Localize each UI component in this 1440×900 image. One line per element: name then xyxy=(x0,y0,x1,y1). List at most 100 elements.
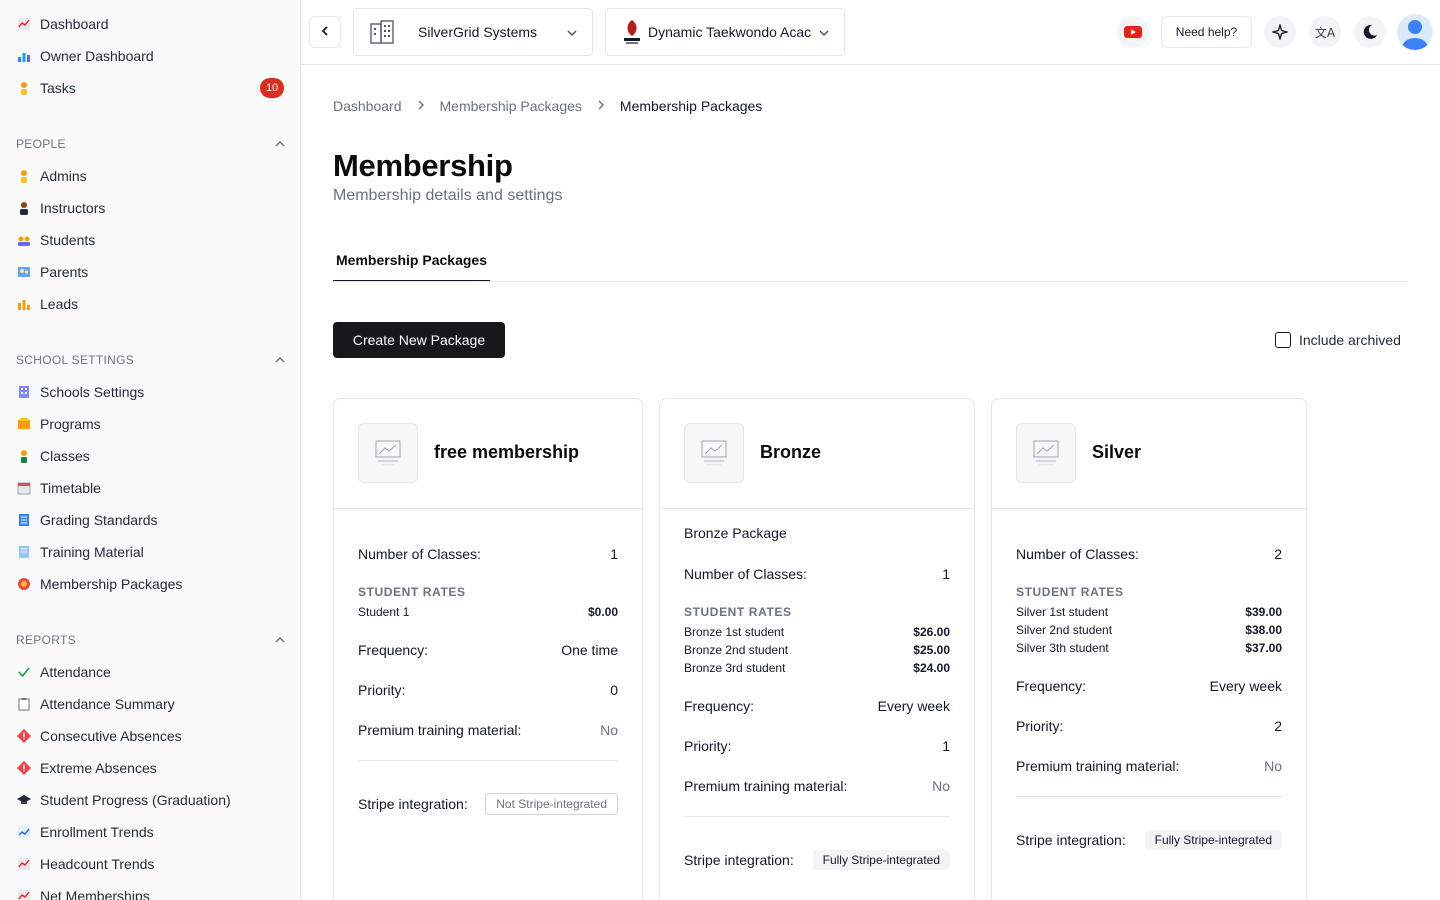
premium-row: Premium training material: No xyxy=(684,778,950,794)
card-title: free membership xyxy=(434,442,580,462)
card-header: Bronze xyxy=(660,399,974,509)
include-archived-label: Include archived xyxy=(1299,332,1401,348)
classes-value: 2 xyxy=(1274,546,1282,562)
sidebar-item-parents[interactable]: Parents xyxy=(0,260,300,284)
card-divider xyxy=(1016,796,1282,797)
clipboard-icon xyxy=(16,696,32,712)
sidebar-item-extreme-absences[interactable]: Extreme Absences xyxy=(0,756,300,780)
sidebar-item-attendance-summary[interactable]: Attendance Summary xyxy=(0,692,300,716)
sidebar-item-training-material[interactable]: Training Material xyxy=(0,540,300,564)
priority-row: Priority: 0 xyxy=(358,682,618,698)
rate-row: Bronze 3rd student $24.00 xyxy=(684,661,950,675)
avatar-icon xyxy=(1397,14,1433,50)
priority-row: Priority: 2 xyxy=(1016,718,1282,734)
stripe-row: Stripe integration: Fully Stripe-integrat… xyxy=(684,848,950,872)
chart-line-icon xyxy=(16,16,32,32)
include-archived-checkbox[interactable] xyxy=(1275,332,1291,348)
tab-divider xyxy=(333,281,1408,282)
package-card-free-membership[interactable]: free membership Number of Classes: 1 STUD… xyxy=(333,398,643,900)
image-placeholder-icon xyxy=(358,423,418,483)
sidebar-item-students[interactable]: Students xyxy=(0,228,300,252)
package-card-bronze[interactable]: Bronze Bronze Package Number of Classes:… xyxy=(659,398,975,900)
classes-row: Number of Classes: 1 xyxy=(358,546,618,562)
classes-icon xyxy=(16,448,32,464)
create-new-package-button[interactable]: Create New Package xyxy=(333,322,505,358)
warning-diamond-icon xyxy=(16,728,32,744)
instructor-icon xyxy=(16,200,32,216)
theme-toggle-button[interactable] xyxy=(1354,16,1386,48)
card-divider xyxy=(684,816,950,817)
page-title: Membership xyxy=(333,148,513,183)
page-subtitle: Membership details and settings xyxy=(333,187,563,204)
rate-row: Bronze 1st student $26.00 xyxy=(684,625,950,639)
sidebar-item-headcount-trends[interactable]: Headcount Trends xyxy=(0,852,300,876)
chevron-right-icon xyxy=(596,99,606,113)
translate-icon: 文A xyxy=(1314,25,1336,40)
youtube-icon xyxy=(1124,25,1142,39)
need-help-button[interactable]: Need help? xyxy=(1161,16,1252,48)
sidebar-item-schools-settings[interactable]: Schools Settings xyxy=(0,380,300,404)
card-divider xyxy=(358,760,618,761)
sidebar-item-timetable[interactable]: Timetable xyxy=(0,476,300,500)
language-button[interactable]: 文A xyxy=(1309,16,1341,48)
section-reports-header[interactable]: REPORTS xyxy=(16,630,286,650)
rate-row: Bronze 2nd student $25.00 xyxy=(684,643,950,657)
sidebar-item-membership-packages[interactable]: Membership Packages xyxy=(0,572,300,596)
card-header: free membership xyxy=(334,399,642,509)
breadcrumb-current: Membership Packages xyxy=(619,98,763,114)
sidebar-item-student-progress[interactable]: Student Progress (Graduation) xyxy=(0,788,300,812)
user-avatar[interactable] xyxy=(1397,14,1433,50)
student-rates-heading: STUDENT RATES xyxy=(1016,585,1124,599)
grading-icon xyxy=(16,512,32,528)
chevron-left-icon xyxy=(319,24,331,40)
rate-row: Silver 2nd student $38.00 xyxy=(1016,623,1282,637)
frequency-row: Frequency: Every week xyxy=(1016,678,1282,694)
sidebar-item-programs[interactable]: Programs xyxy=(0,412,300,436)
tasks-count-badge: 10 xyxy=(260,78,284,98)
card-description: Bronze Package xyxy=(684,525,787,541)
ai-assistant-button[interactable] xyxy=(1264,16,1296,48)
sidebar-item-net-memberships[interactable]: Net Memberships xyxy=(0,884,300,900)
chart-line-icon xyxy=(16,856,32,872)
sidebar-item-enrollment-trends[interactable]: Enrollment Trends xyxy=(0,820,300,844)
priority-row: Priority: 1 xyxy=(684,738,950,754)
back-button[interactable] xyxy=(309,16,341,48)
youtube-button[interactable] xyxy=(1117,16,1149,48)
school-selector[interactable]: Dynamic Taekwondo Acac xyxy=(605,8,845,56)
calendar-icon xyxy=(16,480,32,496)
breadcrumb-dashboard[interactable]: Dashboard xyxy=(333,98,402,114)
chart-line-icon xyxy=(16,888,32,900)
organization-name: SilverGrid Systems xyxy=(418,24,538,40)
stripe-status-badge: Fully Stripe-integrated xyxy=(812,850,950,870)
card-header: Silver xyxy=(992,399,1306,509)
sidebar-item-leads[interactable]: Leads xyxy=(0,292,300,316)
medal-icon xyxy=(16,576,32,592)
section-school-settings-header[interactable]: SCHOOL SETTINGS xyxy=(16,350,286,370)
tab-membership-packages[interactable]: Membership Packages xyxy=(333,240,490,282)
sidebar-item-admins[interactable]: Admins xyxy=(0,164,300,188)
rate-row: Silver 1st student $39.00 xyxy=(1016,605,1282,619)
breadcrumb-membership-packages[interactable]: Membership Packages xyxy=(440,98,582,114)
chevron-up-icon xyxy=(274,138,286,150)
sidebar-item-attendance[interactable]: Attendance xyxy=(0,660,300,684)
sparkles-icon xyxy=(1272,24,1288,40)
include-archived-toggle[interactable]: Include archived xyxy=(1275,331,1401,349)
classes-row: Number of Classes: 1 xyxy=(684,566,950,582)
sidebar: Dashboard Owner Dashboard Tasks 10 PEOPL… xyxy=(0,0,301,900)
moon-icon xyxy=(1362,24,1378,40)
parents-icon xyxy=(16,264,32,280)
school-logo-icon xyxy=(620,18,644,46)
package-card-silver[interactable]: Silver Number of Classes: 2 STUDENT RATES… xyxy=(991,398,1307,900)
sidebar-item-instructors[interactable]: Instructors xyxy=(0,196,300,220)
sidebar-item-dashboard[interactable]: Dashboard xyxy=(0,12,300,36)
sidebar-item-grading-standards[interactable]: Grading Standards xyxy=(0,508,300,532)
organization-selector[interactable]: SilverGrid Systems xyxy=(353,8,593,56)
trend-icon xyxy=(16,824,32,840)
person-icon xyxy=(16,80,32,96)
sidebar-item-classes[interactable]: Classes xyxy=(0,444,300,468)
sidebar-item-tasks[interactable]: Tasks xyxy=(0,76,300,100)
warning-diamond-icon xyxy=(16,760,32,776)
sidebar-item-consecutive-absences[interactable]: Consecutive Absences xyxy=(0,724,300,748)
sidebar-item-owner-dashboard[interactable]: Owner Dashboard xyxy=(0,44,300,68)
section-people-header[interactable]: PEOPLE xyxy=(16,134,286,154)
